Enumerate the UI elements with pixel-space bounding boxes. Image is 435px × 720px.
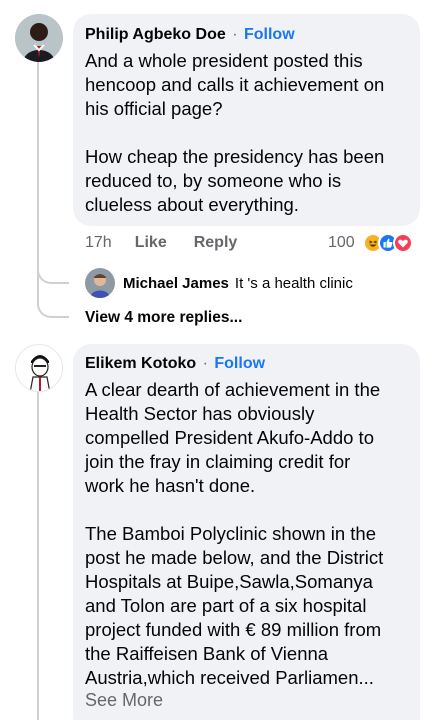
comment-time[interactable]: 17h (85, 234, 112, 252)
comment-author[interactable]: Philip Agbeko Doe (85, 26, 226, 43)
thread-connector (37, 282, 69, 318)
comment-actions: 17h Like Reply (85, 233, 237, 253)
view-more-replies-link[interactable]: View 4 more replies... (85, 309, 242, 327)
reaction-summary[interactable]: 100 (328, 232, 413, 254)
separator: · (202, 355, 208, 372)
reply-avatar[interactable] (85, 268, 115, 298)
separator: · (232, 26, 238, 43)
thread-line (37, 392, 39, 720)
reply-button[interactable]: Reply (194, 234, 238, 252)
comment-author[interactable]: Elikem Kotoko (85, 355, 196, 372)
avatar[interactable] (15, 344, 63, 392)
follow-button[interactable]: Follow (244, 26, 295, 43)
reply-item: Michael James It 's a health clinic (123, 274, 353, 292)
reply-text: It 's a health clinic (234, 274, 353, 292)
comment-header: Elikem Kotoko · Follow (85, 354, 408, 374)
comment-text: A clear dearth of achievement in the Hea… (85, 379, 384, 688)
like-button[interactable]: Like (135, 234, 167, 252)
reaction-count: 100 (328, 234, 355, 251)
thread-connector (37, 258, 69, 284)
follow-button[interactable]: Follow (214, 355, 265, 372)
comment-header: Philip Agbeko Doe · Follow (85, 25, 408, 45)
reply-author[interactable]: Michael James (123, 275, 229, 292)
avatar[interactable] (15, 14, 63, 62)
comment-text: And a whole president posted this hencoo… (85, 50, 385, 215)
see-more-link[interactable]: See More (85, 690, 408, 711)
comment-bubble: Philip Agbeko Doe · Follow And a whole p… (73, 14, 420, 226)
thread-line (37, 62, 39, 282)
comment-bubble: Elikem Kotoko · Follow A clear dearth of… (73, 344, 420, 720)
love-icon (392, 233, 413, 253)
